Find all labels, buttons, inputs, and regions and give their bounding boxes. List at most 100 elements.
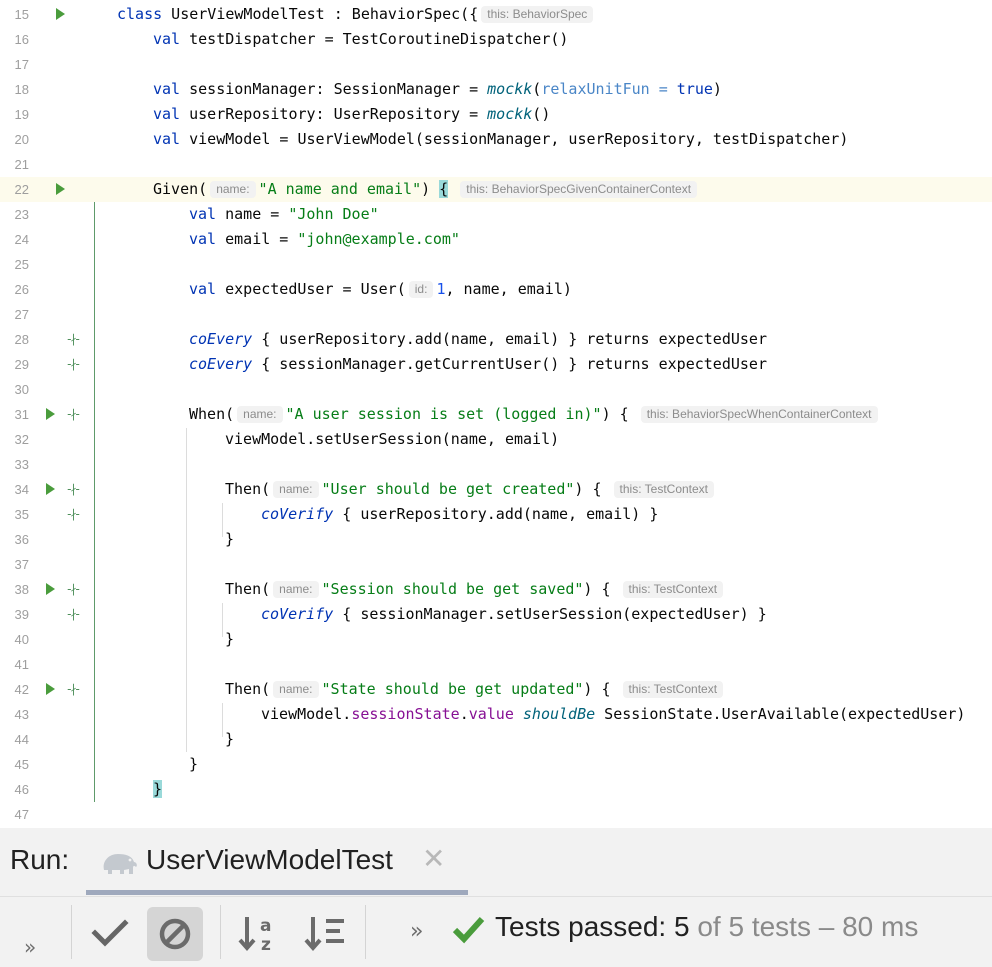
code-line-37[interactable]: 37 [0,552,992,577]
code-line-36[interactable]: 36 } [0,527,992,552]
code-text: Then(name: "Session should be get saved")… [225,577,726,602]
code-line-39[interactable]: 39 -∤- coVerify { sessionManager.setUser… [0,602,992,627]
mock-stub-icon[interactable]: -∤- [63,677,83,702]
code-text: Then(name: "User should be get created") … [225,477,717,502]
code-text: When(name: "A user session is set (logged… [189,402,881,427]
code-line-22[interactable]: 22 Given(name: "A name and email") { this… [0,177,992,202]
inlay-hint: this: TestContext [622,581,724,598]
code-text: } [225,730,235,748]
status-summary: of 5 tests – 80 ms [697,911,919,942]
mock-stub-icon[interactable]: -∤- [63,477,83,502]
code-line-29[interactable]: 29 -∤- coEvery { sessionManager.getCurre… [0,352,992,377]
code-line-47[interactable]: 47 [0,802,992,827]
code-line-23[interactable]: 23 val name = "John Doe" [0,202,992,227]
matched-brace: } [153,780,163,798]
test-status: Tests passed: 5 of 5 tests – 80 ms [495,911,918,943]
line-number: 20 [14,132,29,147]
mock-stub-icon[interactable]: -∤- [63,577,83,602]
code-line-42[interactable]: 42 -∤- Then(name: "State should be get up… [0,677,992,702]
line-number: 44 [14,732,29,747]
check-icon[interactable] [88,911,132,955]
code-text: val sessionManager: SessionManager = moc… [153,80,722,98]
code-line-38[interactable]: 38 -∤- Then(name: "Session should be get … [0,577,992,602]
sort-by-duration-icon[interactable] [304,911,348,955]
inlay-hint: this: BehaviorSpecWhenContainerContext [640,406,878,423]
run-test-icon[interactable] [46,408,55,420]
code-text: val viewModel = UserViewModel(sessionMan… [153,130,849,148]
gradle-elephant-icon [100,848,140,880]
sort-alphabetically-icon[interactable]: a z [238,911,282,955]
code-line-17[interactable]: 17 [0,52,992,77]
code-line-33[interactable]: 33 [0,452,992,477]
code-line-32[interactable]: 32 viewModel.setUserSession(name, email) [0,427,992,452]
inlay-hint: name: [273,481,319,498]
code-text: coEvery { sessionManager.getCurrentUser(… [189,355,767,373]
expand-icon[interactable]: » [410,919,423,944]
code-line-15[interactable]: 15 class UserViewModelTest : BehaviorSpe… [0,2,992,27]
passed-count: 5 [673,911,690,942]
svg-text:a: a [260,916,271,936]
run-test-icon[interactable] [56,8,65,20]
passed-check-icon [452,915,486,945]
code-line-24[interactable]: 24 val email = "john@example.com" [0,227,992,252]
toolbar-separator [71,905,72,959]
close-icon[interactable]: ✕ [422,844,445,874]
line-number: 39 [14,607,29,622]
run-toolbar: » a z » Tests passed: 5 of 5 tests – 80 … [0,896,992,967]
code-text: } [189,755,199,773]
code-editor[interactable]: 15 class UserViewModelTest : BehaviorSpe… [0,0,992,828]
ignored-icon[interactable] [147,907,203,961]
line-number: 40 [14,632,29,647]
code-line-28[interactable]: 28 -∤- coEvery { userRepository.add(name… [0,327,992,352]
line-number: 31 [14,407,29,422]
line-number: 47 [14,807,29,822]
code-line-16[interactable]: 16 val testDispatcher = TestCoroutineDis… [0,27,992,52]
code-line-40[interactable]: 40 } [0,627,992,652]
inlay-hint: name: [273,681,319,698]
code-line-25[interactable]: 25 [0,252,992,277]
line-number: 15 [14,7,29,22]
code-line-31[interactable]: 31 -∤- When(name: "A user session is set … [0,402,992,427]
code-line-20[interactable]: 20 val viewModel = UserViewModel(session… [0,127,992,152]
mock-stub-icon[interactable]: -∤- [63,327,83,352]
line-number: 37 [14,557,29,572]
line-number: 18 [14,82,29,97]
code-line-26[interactable]: 26 val expectedUser = User(id: 1, name, e… [0,277,992,302]
code-line-45[interactable]: 45 } [0,752,992,777]
code-line-30[interactable]: 30 [0,377,992,402]
code-line-46[interactable]: 46 } [0,777,992,802]
inlay-hint: this: BehaviorSpec [481,6,594,23]
mock-verify-icon[interactable]: -∤- [63,502,83,527]
line-number: 43 [14,707,29,722]
active-tab-indicator [86,890,468,895]
code-text: coVerify { userRepository.add(name, emai… [261,505,659,523]
mock-stub-icon[interactable]: -∤- [63,352,83,377]
inlay-hint: this: TestContext [613,481,715,498]
code-line-27[interactable]: 27 [0,302,992,327]
mock-stub-icon[interactable]: -∤- [63,402,83,427]
run-test-icon[interactable] [46,583,55,595]
line-number: 42 [14,682,29,697]
code-line-43[interactable]: 43 viewModel.sessionState.value shouldBe… [0,702,992,727]
run-test-icon[interactable] [46,683,55,695]
code-text: Then(name: "State should be get updated")… [225,677,726,702]
code-text: val userRepository: UserRepository = moc… [153,105,551,123]
code-line-35[interactable]: 35 -∤- coVerify { userRepository.add(nam… [0,502,992,527]
run-test-icon[interactable] [46,483,55,495]
line-number: 21 [14,157,29,172]
status-label: Tests passed: [495,911,667,942]
expand-icon[interactable]: » [24,935,36,959]
line-number: 33 [14,457,29,472]
mock-verify-icon[interactable]: -∤- [63,602,83,627]
code-line-44[interactable]: 44 } [0,727,992,752]
code-line-34[interactable]: 34 -∤- Then(name: "User should be get cre… [0,477,992,502]
code-line-21[interactable]: 21 [0,152,992,177]
run-test-icon[interactable] [56,183,65,195]
line-number: 38 [14,582,29,597]
inlay-hint: id: [408,281,434,298]
code-line-41[interactable]: 41 [0,652,992,677]
code-line-18[interactable]: 18 val sessionManager: SessionManager = … [0,77,992,102]
toolbar-separator [365,905,366,959]
code-line-19[interactable]: 19 val userRepository: UserRepository = … [0,102,992,127]
line-number: 19 [14,107,29,122]
